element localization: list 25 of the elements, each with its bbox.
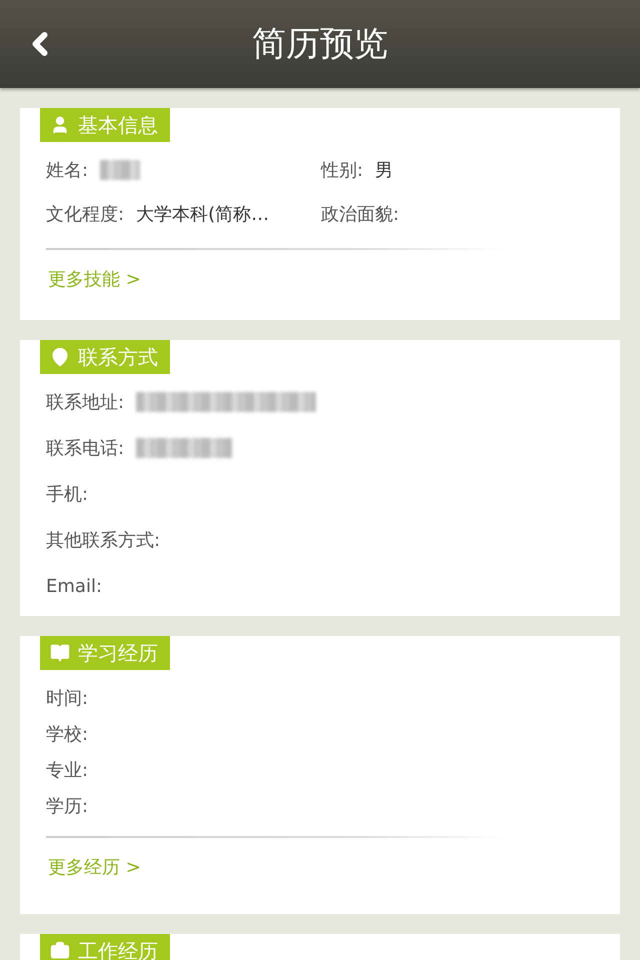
field-label: Email:	[46, 576, 102, 596]
page-title: 简历预览	[252, 23, 388, 66]
section-title: 工作经历	[78, 938, 158, 960]
field-label: 联系地址:	[46, 391, 124, 414]
field-label: 其他联系方式:	[46, 529, 160, 552]
field-label: 专业:	[46, 759, 88, 782]
briefcase-icon	[50, 941, 70, 960]
field-label: 联系电话:	[46, 437, 124, 460]
field-label: 手机:	[46, 483, 88, 506]
field-label: 姓名:	[46, 159, 88, 182]
section-title: 联系方式	[78, 344, 158, 370]
book-icon	[50, 643, 70, 663]
field-label: 时间:	[46, 687, 88, 710]
more-link[interactable]: 更多经历 >	[48, 850, 141, 886]
field-label: 性别:	[321, 159, 364, 182]
field-value: 大学本科(简称…	[136, 203, 270, 226]
field-label: 文化程度:	[46, 203, 124, 226]
section-title: 基本信息	[78, 112, 158, 138]
field-label: 政治面貌:	[321, 203, 400, 226]
location-pin-icon	[50, 347, 70, 367]
more-link[interactable]: 更多技能 >	[48, 262, 141, 298]
field-value: 男	[375, 159, 394, 182]
section-title: 学习经历	[78, 640, 158, 666]
field-label: 学校:	[46, 723, 88, 746]
field-label: 学历:	[46, 795, 88, 818]
